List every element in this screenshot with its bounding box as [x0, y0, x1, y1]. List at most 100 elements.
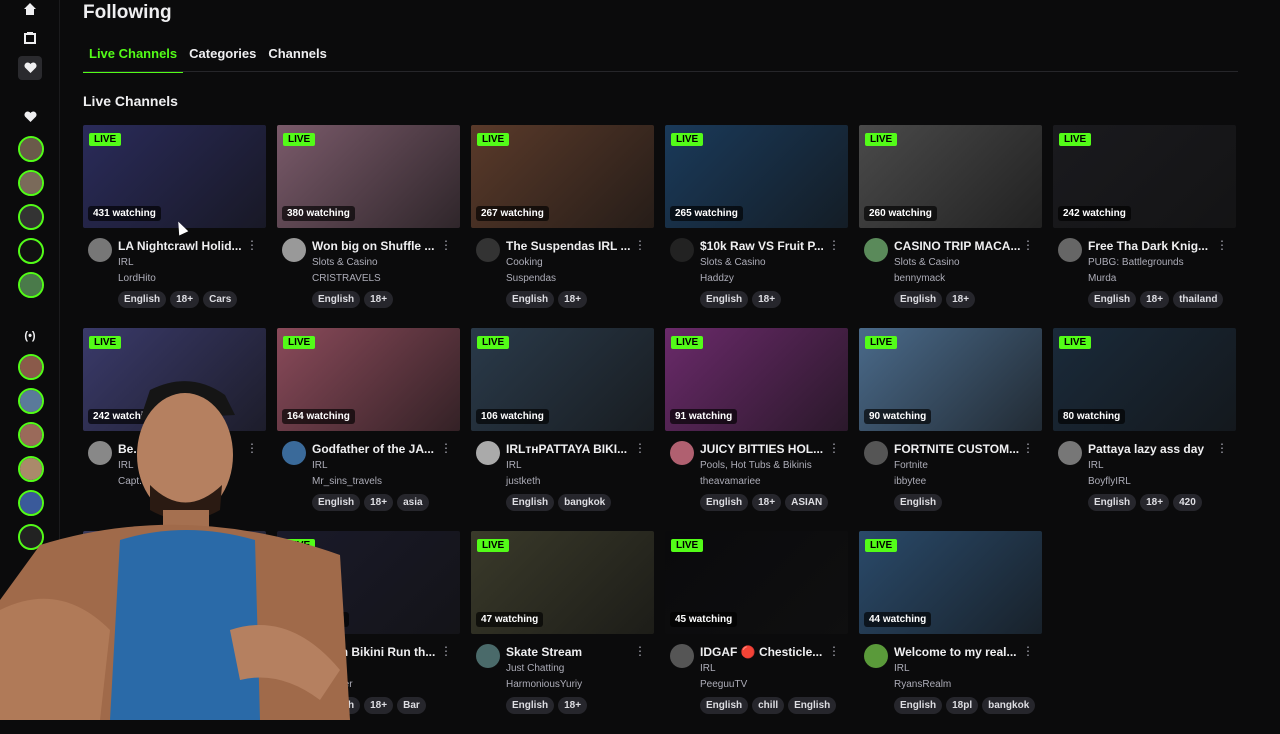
channel-avatar[interactable] — [864, 238, 888, 262]
following-icon[interactable] — [18, 56, 42, 80]
channel-avatar[interactable] — [476, 441, 500, 465]
stream-thumbnail[interactable]: LIVE 90 watching — [859, 328, 1042, 431]
more-options-icon[interactable]: ⋮ — [634, 238, 646, 252]
stream-thumbnail[interactable]: LIVE 260 watching — [859, 125, 1042, 228]
tag[interactable]: English — [700, 494, 749, 511]
tab-categories[interactable]: Categories — [183, 45, 262, 73]
channel-card[interactable]: LIVE 106 watching IRLтнPATTAYA BIKI... ⋮… — [471, 328, 654, 531]
channel-card[interactable]: LIVE 45 watching IDGAF 🔴 Chesticle... ⋮ … — [665, 531, 848, 734]
channel-card[interactable]: LIVE 242 watching Free Tha Dark Knig... … — [1053, 125, 1236, 328]
channel-avatar[interactable] — [476, 238, 500, 262]
browse-icon[interactable] — [18, 26, 42, 50]
tag[interactable]: English — [1088, 494, 1137, 511]
tag[interactable]: bangkok — [982, 697, 1036, 714]
followed-channel-avatar[interactable] — [18, 170, 44, 196]
stream-category[interactable]: IRL — [118, 257, 134, 268]
tag[interactable]: 18+ — [558, 697, 588, 714]
more-options-icon[interactable]: ⋮ — [440, 441, 452, 455]
tag[interactable]: English — [894, 291, 943, 308]
tag[interactable]: 18+ — [752, 291, 782, 308]
followed-channel-avatar[interactable] — [18, 204, 44, 230]
channel-name[interactable]: LordHito — [118, 273, 156, 284]
followed-channel-avatar[interactable] — [18, 272, 44, 298]
channel-avatar[interactable] — [864, 441, 888, 465]
stream-title[interactable]: CASINO TRIP MACA... — [894, 239, 1030, 253]
stream-thumbnail[interactable]: LIVE 80 watching — [1053, 328, 1236, 431]
channel-avatar[interactable] — [476, 644, 500, 668]
tag[interactable]: English — [894, 697, 943, 714]
tag[interactable]: Bar — [397, 697, 426, 714]
tag[interactable]: 18+ — [752, 494, 782, 511]
tag[interactable]: Cars — [203, 291, 238, 308]
tag[interactable]: English — [506, 697, 555, 714]
channel-card[interactable]: LIVE 47 watching Skate Stream ⋮ Just Cha… — [471, 531, 654, 734]
tag[interactable]: English — [118, 291, 167, 308]
more-options-icon[interactable]: ⋮ — [828, 441, 840, 455]
tab-live-channels[interactable]: Live Channels — [83, 45, 184, 73]
stream-category[interactable]: Cooking — [506, 257, 543, 268]
followed-channel-avatar[interactable] — [18, 136, 44, 162]
stream-title[interactable]: Skate Stream — [506, 645, 642, 659]
stream-category[interactable]: IRL — [894, 663, 910, 674]
tag[interactable]: English — [506, 291, 555, 308]
channel-avatar[interactable] — [670, 441, 694, 465]
more-options-icon[interactable]: ⋮ — [828, 644, 840, 658]
stream-title[interactable]: FORTNITE CUSTOM... — [894, 442, 1030, 456]
stream-title[interactable]: JUICY BITTIES HOL... — [700, 442, 836, 456]
tag[interactable]: English — [700, 697, 749, 714]
channel-name[interactable]: justketh — [506, 476, 540, 487]
more-options-icon[interactable]: ⋮ — [440, 238, 452, 252]
channel-card[interactable]: LIVE 265 watching $10k Raw VS Fruit P...… — [665, 125, 848, 328]
stream-thumbnail[interactable]: LIVE 91 watching — [665, 328, 848, 431]
tag[interactable]: ASIAN — [785, 494, 829, 511]
followed-channel-avatar[interactable] — [18, 238, 44, 264]
tag[interactable]: 18+ — [364, 291, 394, 308]
stream-thumbnail[interactable]: LIVE 265 watching — [665, 125, 848, 228]
channel-name[interactable]: Suspendas — [506, 273, 556, 284]
channel-avatar[interactable] — [1058, 441, 1082, 465]
channel-name[interactable]: Haddzy — [700, 273, 734, 284]
stream-category[interactable]: Slots & Casino — [700, 257, 766, 268]
channel-card[interactable]: LIVE 80 watching Pattaya lazy ass day ⋮ … — [1053, 328, 1236, 531]
channel-avatar[interactable] — [282, 238, 306, 262]
stream-thumbnail[interactable]: LIVE 267 watching — [471, 125, 654, 228]
channel-avatar[interactable] — [864, 644, 888, 668]
more-options-icon[interactable]: ⋮ — [1022, 644, 1034, 658]
tag[interactable]: English — [700, 291, 749, 308]
tag[interactable]: English — [894, 494, 943, 511]
stream-title[interactable]: IRLтнPATTAYA BIKI... — [506, 442, 642, 456]
tag[interactable]: 18+ — [946, 291, 976, 308]
tag[interactable]: English — [788, 697, 837, 714]
channel-card[interactable]: LIVE 90 watching FORTNITE CUSTOM... ⋮ Fo… — [859, 328, 1042, 531]
stream-category[interactable]: Fortnite — [894, 460, 928, 471]
channel-card[interactable]: LIVE 44 watching Welcome to my real... ⋮… — [859, 531, 1042, 734]
stream-title[interactable]: Welcome to my real... — [894, 645, 1030, 659]
tag[interactable]: 18+ — [1140, 494, 1170, 511]
stream-category[interactable]: PUBG: Battlegrounds — [1088, 257, 1184, 268]
stream-thumbnail[interactable]: LIVE 106 watching — [471, 328, 654, 431]
stream-thumbnail[interactable]: LIVE 380 watching — [277, 125, 460, 228]
stream-thumbnail[interactable]: LIVE 45 watching — [665, 531, 848, 634]
channel-avatar[interactable] — [88, 238, 112, 262]
tag[interactable]: bangkok — [558, 494, 612, 511]
tab-channels[interactable]: Channels — [262, 45, 333, 73]
stream-category[interactable]: Just Chatting — [506, 663, 564, 674]
channel-card[interactable]: LIVE 267 watching The Suspendas IRL ... … — [471, 125, 654, 328]
stream-title[interactable]: The Suspendas IRL ... — [506, 239, 642, 253]
channel-card[interactable]: LIVE 380 watching Won big on Shuffle ...… — [277, 125, 460, 328]
stream-title[interactable]: Free Tha Dark Knig... — [1088, 239, 1224, 253]
more-options-icon[interactable]: ⋮ — [440, 644, 452, 658]
more-options-icon[interactable]: ⋮ — [1216, 441, 1228, 455]
channel-name[interactable]: PeeguuTV — [700, 679, 747, 690]
tag[interactable]: 420 — [1173, 494, 1202, 511]
more-options-icon[interactable]: ⋮ — [634, 644, 646, 658]
stream-category[interactable]: IRL — [700, 663, 716, 674]
stream-category[interactable]: Pools, Hot Tubs & Bikinis — [700, 460, 812, 471]
channel-card[interactable]: LIVE 91 watching JUICY BITTIES HOL... ⋮ … — [665, 328, 848, 531]
more-options-icon[interactable]: ⋮ — [1022, 238, 1034, 252]
tag[interactable]: 18+ — [170, 291, 200, 308]
channel-card[interactable]: LIVE 260 watching CASINO TRIP MACA... ⋮ … — [859, 125, 1042, 328]
tag[interactable]: English — [312, 291, 361, 308]
stream-thumbnail[interactable]: LIVE 44 watching — [859, 531, 1042, 634]
channel-name[interactable]: HarmoniousYuriy — [506, 679, 582, 690]
